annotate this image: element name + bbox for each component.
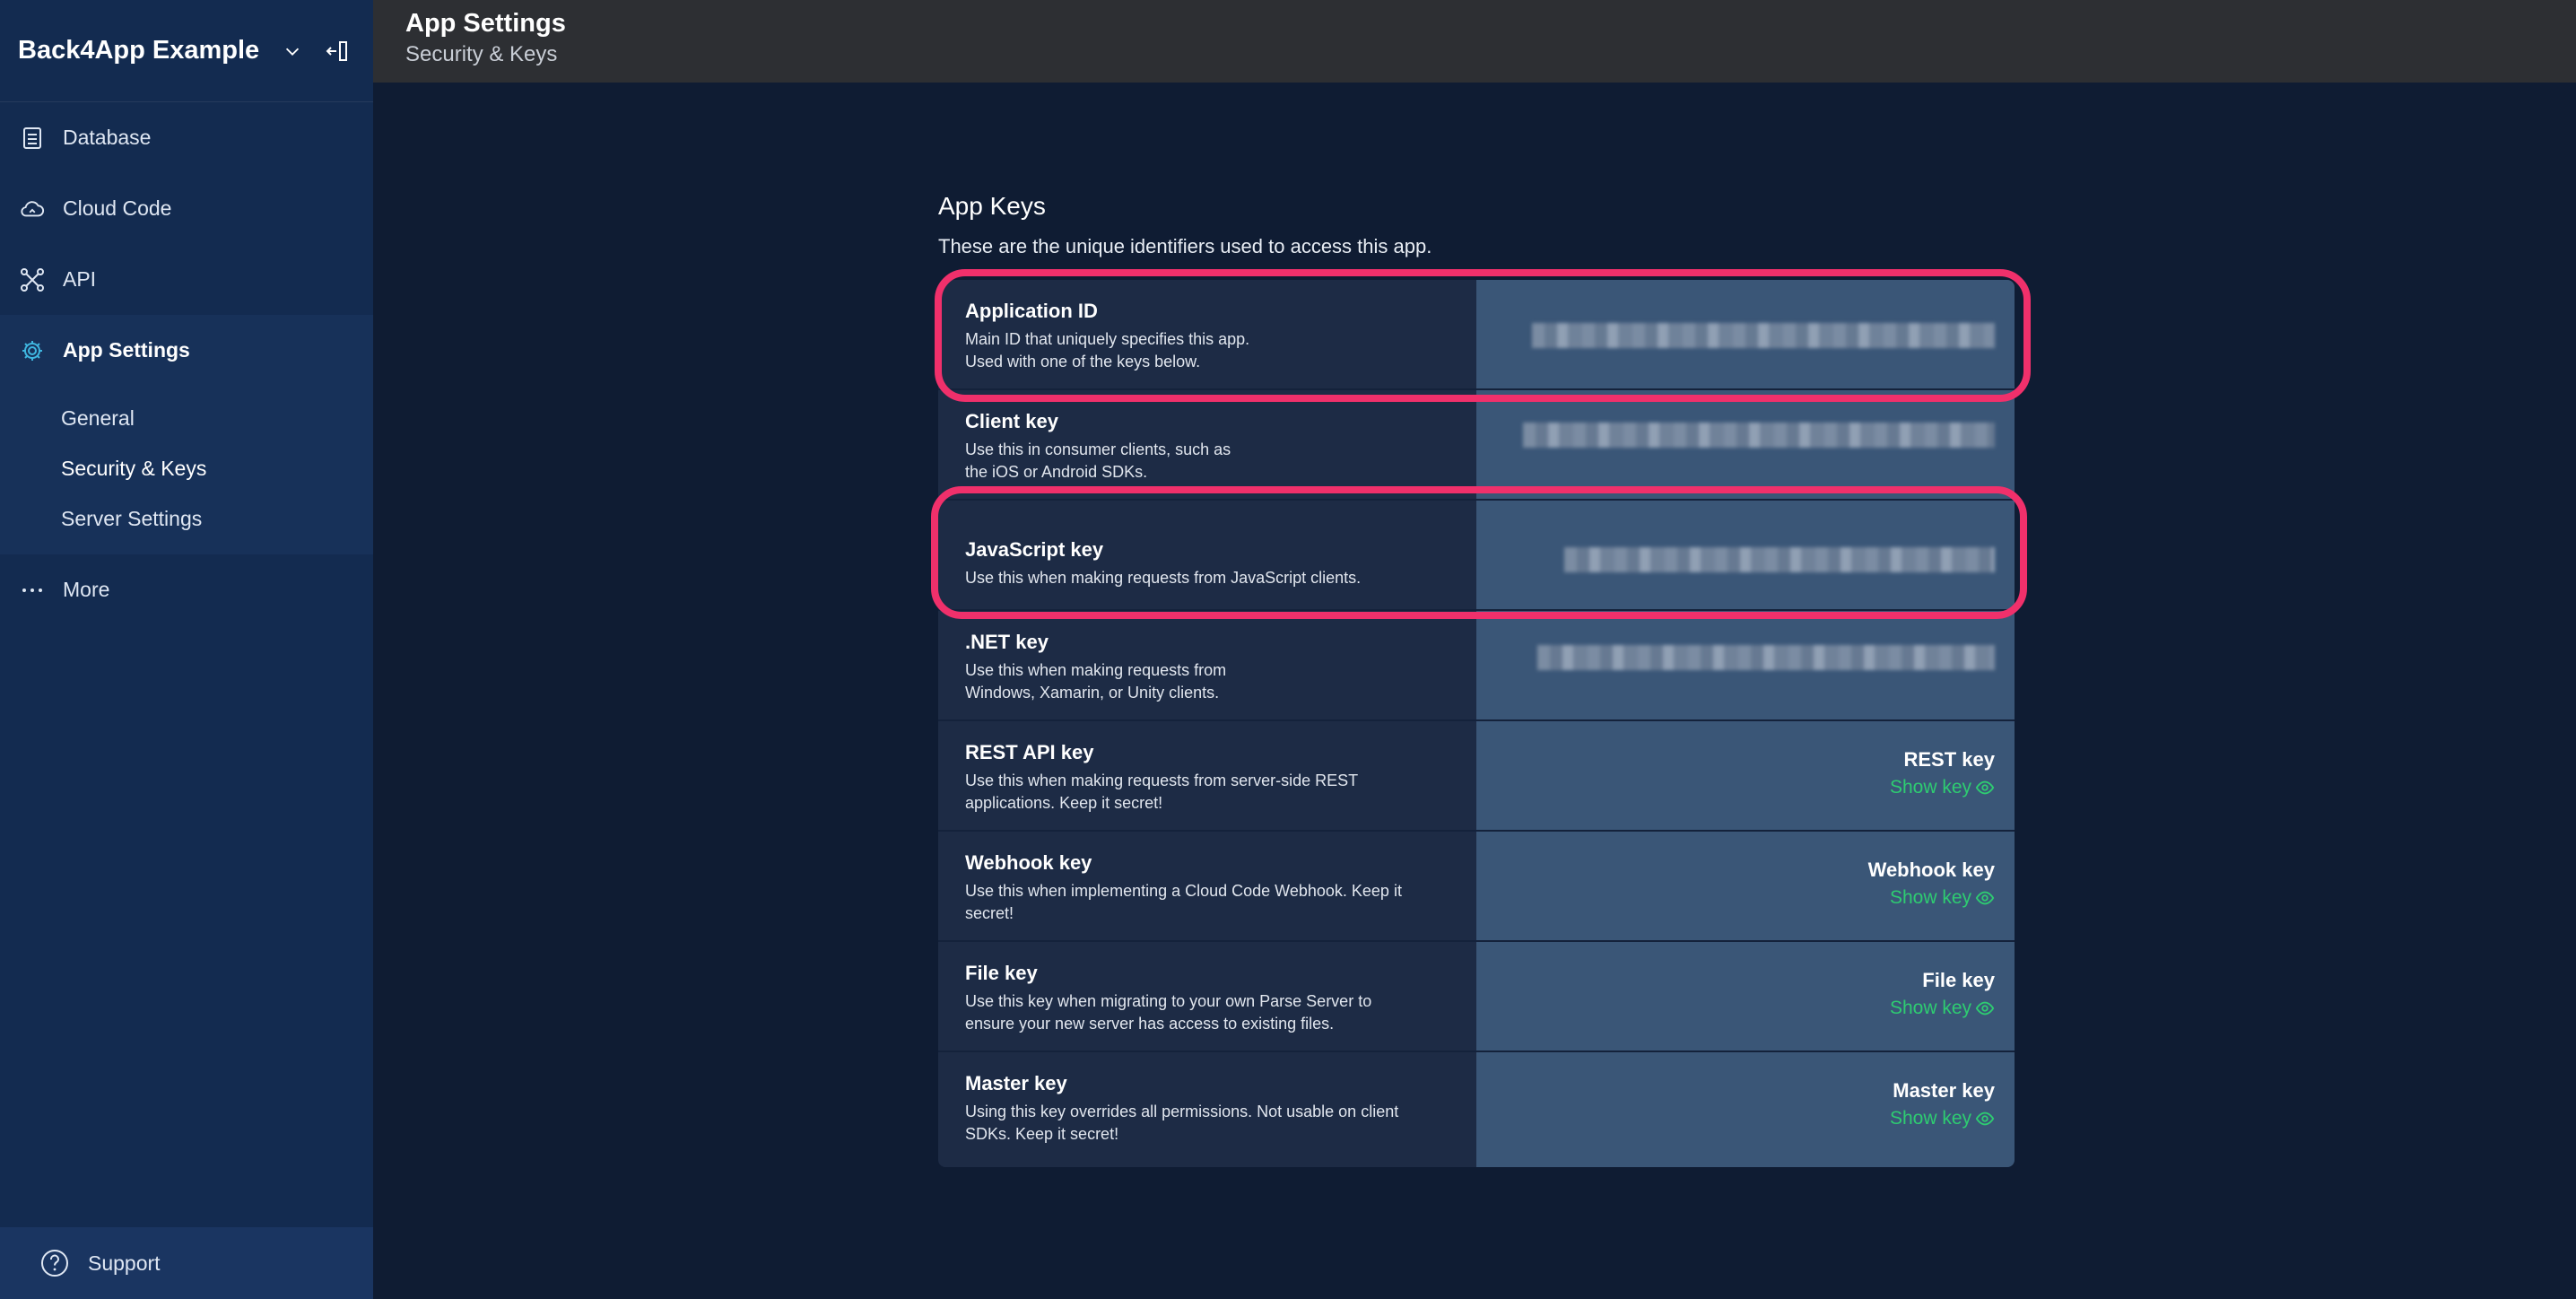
sidebar-item-label: Cloud Code xyxy=(63,196,172,220)
page-subtitle: Security & Keys xyxy=(405,42,558,66)
sidebar-item-label: More xyxy=(63,578,110,601)
sidebar-item-app-settings[interactable]: App Settings xyxy=(0,315,373,386)
key-description: Use this when making requests from Window… xyxy=(965,661,1227,702)
eye-icon xyxy=(1975,1001,1995,1016)
subnav-item-security-keys[interactable]: Security & Keys xyxy=(0,443,373,493)
eye-icon xyxy=(1975,1112,1995,1126)
key-description: Using this key overrides all permissions… xyxy=(965,1103,1399,1143)
eye-icon xyxy=(1975,891,1995,905)
app-name: Back4App Example xyxy=(18,36,260,65)
sidebar-item-api[interactable]: API xyxy=(0,244,373,315)
key-label: Master key xyxy=(1893,1079,1995,1102)
support-button[interactable]: Support xyxy=(0,1227,373,1299)
key-value-obscured[interactable] xyxy=(1523,423,1995,448)
key-description: Use this key when migrating to your own … xyxy=(965,992,1372,1033)
key-name: JavaScript key xyxy=(965,538,1104,561)
sidebar-item-label: API xyxy=(63,267,97,291)
sidebar: Back4App Example Database Cloud Code API… xyxy=(0,0,373,1299)
key-name: File key xyxy=(965,962,1038,984)
app-settings-subnav: General Security & Keys Server Settings xyxy=(0,386,373,554)
key-description: Use this when making requests from JavaS… xyxy=(965,569,1362,587)
more-icon xyxy=(20,578,45,603)
key-row-application-id: Application ID Main ID that uniquely spe… xyxy=(938,280,2015,390)
key-label: File key xyxy=(1922,969,1995,991)
key-row-javascript-key: JavaScript key Use this when making requ… xyxy=(938,501,2015,611)
section-description: These are the unique identifiers used to… xyxy=(938,235,1432,257)
sidebar-item-label: Database xyxy=(63,126,152,149)
key-description: Use this when implementing a Cloud Code … xyxy=(965,882,1402,922)
key-label: REST key xyxy=(1903,748,1996,771)
key-description: Main ID that uniquely specifies this app… xyxy=(965,330,1250,371)
show-key-button[interactable]: Show key xyxy=(1890,887,1995,909)
api-icon xyxy=(20,267,45,292)
key-value-obscured[interactable] xyxy=(1564,547,1995,572)
key-name: Webhook key xyxy=(965,851,1092,874)
sidebar-item-label: App Settings xyxy=(63,338,190,362)
key-value-obscured[interactable] xyxy=(1532,323,1995,348)
sidebar-item-cloud-code[interactable]: Cloud Code xyxy=(0,173,373,244)
key-name: Master key xyxy=(965,1072,1067,1094)
app-switcher[interactable]: Back4App Example xyxy=(0,0,373,102)
eye-icon xyxy=(1975,780,1995,795)
subnav-item-server-settings[interactable]: Server Settings xyxy=(0,493,373,544)
support-label: Support xyxy=(88,1251,161,1275)
key-name: Application ID xyxy=(965,300,1098,322)
subnav-item-general[interactable]: General xyxy=(0,393,373,443)
key-description: Use this in consumer clients, such as the… xyxy=(965,440,1231,481)
key-row-master-key: Master key Using this key overrides all … xyxy=(938,1052,2015,1167)
help-icon xyxy=(41,1250,68,1277)
keys-table: Application ID Main ID that uniquely spe… xyxy=(938,280,2015,1167)
show-key-button[interactable]: Show key xyxy=(1890,998,1995,1019)
gear-icon xyxy=(20,338,45,363)
sidebar-item-more[interactable]: More xyxy=(0,554,373,625)
key-label: Webhook key xyxy=(1867,859,1995,881)
key-description: Use this when making requests from serve… xyxy=(965,772,1359,812)
database-icon xyxy=(20,126,45,151)
key-name: .NET key xyxy=(965,631,1049,653)
sidebar-item-database[interactable]: Database xyxy=(0,102,373,173)
chevron-down-icon[interactable] xyxy=(283,41,302,61)
key-name: Client key xyxy=(965,410,1058,432)
show-key-button[interactable]: Show key xyxy=(1890,1108,1995,1129)
page-title: App Settings xyxy=(405,9,566,38)
section-title: App Keys xyxy=(938,192,1046,220)
key-name: REST API key xyxy=(965,741,1094,763)
page-header: App Settings Security & Keys xyxy=(373,0,2576,83)
key-row-rest-api-key: REST API key Use this when making reques… xyxy=(938,721,2015,832)
key-row-dotnet-key: .NET key Use this when making requests f… xyxy=(938,611,2015,721)
collapse-sidebar-icon[interactable] xyxy=(324,38,351,65)
key-row-client-key: Client key Use this in consumer clients,… xyxy=(938,390,2015,501)
key-row-file-key: File key Use this key when migrating to … xyxy=(938,942,2015,1052)
cloud-code-icon xyxy=(20,196,45,222)
show-key-button[interactable]: Show key xyxy=(1890,777,1995,798)
key-value-obscured[interactable] xyxy=(1537,645,1995,670)
key-row-webhook-key: Webhook key Use this when implementing a… xyxy=(938,832,2015,942)
